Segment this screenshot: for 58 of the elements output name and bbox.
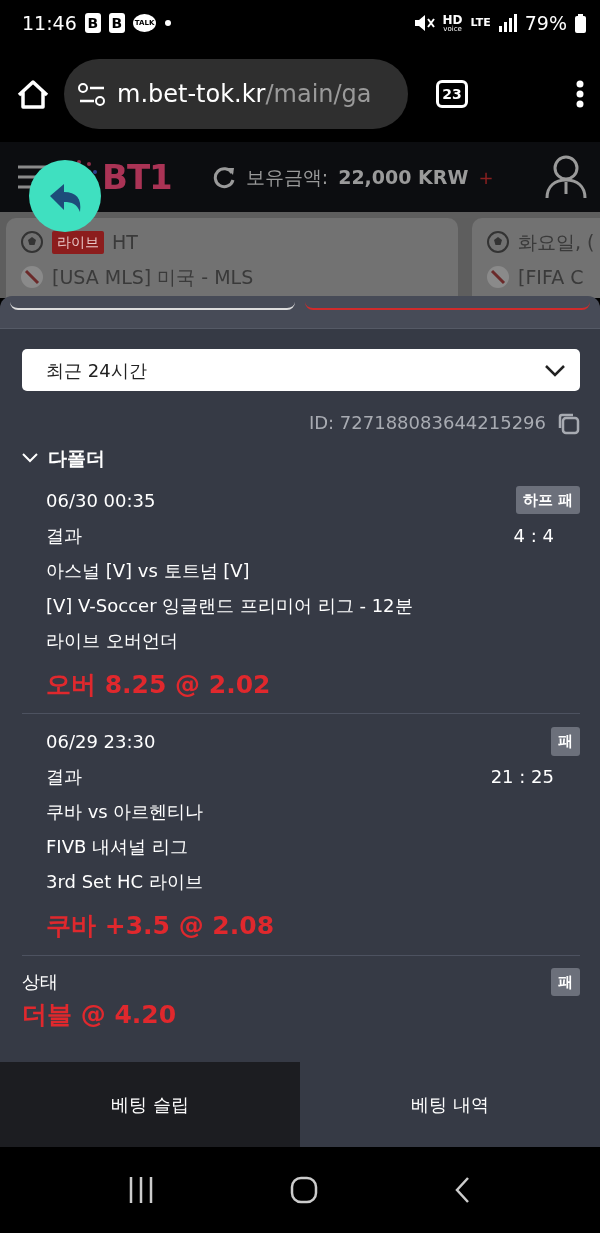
battery-icon bbox=[575, 13, 586, 33]
soccer-ball-icon bbox=[20, 230, 44, 255]
live-badge: 라이브 bbox=[52, 230, 104, 254]
market-name: 결과 bbox=[46, 765, 82, 789]
mute-icon bbox=[412, 13, 435, 33]
recent-apps-icon[interactable] bbox=[128, 1177, 153, 1203]
bet-pick: 쿠바 +3.5 @ 2.08 bbox=[46, 910, 276, 942]
address-bar[interactable]: m.bet-tok.kr/main/ga bbox=[64, 59, 408, 129]
league-emblem-icon bbox=[20, 264, 44, 289]
result-badge: 패 bbox=[551, 727, 580, 756]
bet-type: 3rd Set HC 라이브 bbox=[46, 870, 204, 894]
result-badge: 패 bbox=[551, 967, 580, 996]
more-menu-icon[interactable] bbox=[576, 80, 584, 108]
match-teams: 아스널 [V] vs 토트넘 [V] bbox=[46, 558, 251, 583]
site-settings-icon[interactable] bbox=[78, 82, 105, 106]
home-icon[interactable] bbox=[16, 78, 50, 110]
user-icon[interactable] bbox=[544, 154, 588, 200]
league-emblem-icon bbox=[486, 264, 510, 289]
score: 4 : 4 bbox=[513, 523, 554, 548]
match-teams: 쿠바 vs 아르헨티나 bbox=[46, 800, 205, 824]
match-status: 화요일, ( bbox=[518, 230, 595, 255]
match-card[interactable]: 라이브 HT [USA MLS] 미국 - MLS bbox=[6, 218, 458, 298]
refresh-icon[interactable] bbox=[211, 165, 236, 189]
bet-datetime: 06/29 23:30 bbox=[46, 730, 156, 754]
period-select[interactable]: 최근 24시간 bbox=[22, 349, 580, 391]
status-time: 11:46 bbox=[22, 10, 77, 36]
battery-percent: 79% bbox=[524, 10, 567, 36]
bottom-tab[interactable]: 베팅 내역 bbox=[300, 1062, 600, 1147]
signal-icon bbox=[498, 14, 517, 32]
home-button-icon[interactable] bbox=[290, 1176, 318, 1204]
result-badge: 하프 패 bbox=[515, 485, 580, 515]
bet-datetime: 06/30 00:35 bbox=[46, 488, 156, 513]
balance-label: 보유금액: bbox=[245, 164, 329, 190]
match-status: HT bbox=[112, 230, 138, 255]
url-text: m.bet-tok.kr/main/ga bbox=[117, 79, 372, 110]
balance-amount: 22,000 KRW bbox=[338, 164, 469, 190]
league-name: [V] V-Soccer 잉글랜드 프리미어 리그 - 12분 bbox=[46, 593, 414, 618]
notification-dot-icon bbox=[164, 19, 173, 27]
notification-icon: B bbox=[84, 13, 101, 33]
league-name: FIVB 내셔널 리그 bbox=[46, 835, 189, 859]
tab-count-button[interactable]: 23 bbox=[436, 80, 468, 108]
bet-type: 라이브 오버언더 bbox=[46, 628, 179, 653]
hd-label: HD bbox=[442, 13, 463, 26]
back-icon[interactable] bbox=[455, 1176, 472, 1204]
market-name: 결과 bbox=[46, 523, 82, 548]
status-label: 상태 bbox=[22, 970, 58, 995]
bet-id: ID: 727188083644215296 bbox=[308, 411, 546, 435]
bet-pick: 오버 8.25 @ 2.02 bbox=[46, 668, 272, 701]
score: 21 : 25 bbox=[490, 765, 554, 789]
total-pick: 더블 @ 4.20 bbox=[22, 999, 178, 1031]
league-name: [FIFA C bbox=[518, 264, 584, 290]
notification-icon: B bbox=[108, 13, 125, 33]
group-toggle[interactable]: 다폴더 bbox=[22, 444, 580, 473]
league-name: [USA MLS] 미국 - MLS bbox=[52, 264, 254, 290]
network-label: LTE bbox=[470, 14, 491, 31]
chevron-down-icon bbox=[544, 363, 566, 377]
soccer-ball-icon bbox=[486, 230, 510, 255]
bottom-tab[interactable]: 베팅 슬립 bbox=[0, 1062, 300, 1147]
